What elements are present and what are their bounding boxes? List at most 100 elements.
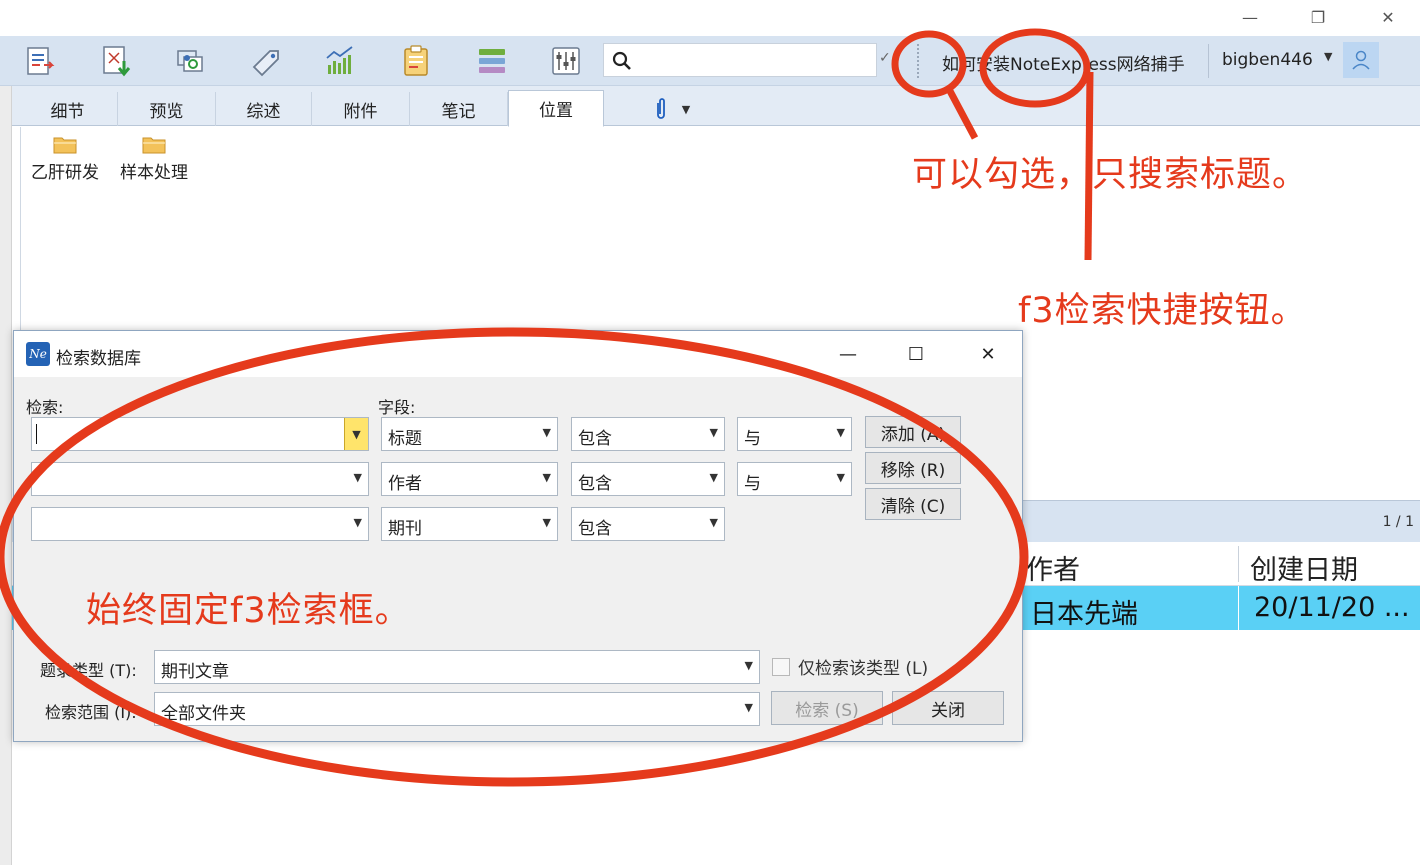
toolbar-clipboard-button[interactable] <box>396 41 436 81</box>
field-value: 作者 <box>388 474 422 494</box>
help-link[interactable]: 如何安装NoteExpress网络捕手 <box>942 50 1185 75</box>
page-count: 1 / 1 <box>1382 514 1414 530</box>
dialog-maximize-button[interactable]: ☐ <box>896 339 936 369</box>
chevron-down-icon: ▼ <box>542 471 551 484</box>
logic-select-1[interactable]: 与 ▼ <box>737 417 852 451</box>
search-options-dropdown[interactable]: ✓ <box>879 50 899 72</box>
search-button[interactable]: 检索 (S) <box>771 691 883 725</box>
search-history-dropdown[interactable]: ▼ <box>344 418 368 450</box>
field-select-1[interactable]: 标题 ▼ <box>381 417 558 451</box>
record-type-select[interactable]: 期刊文章 ▼ <box>154 650 760 684</box>
minimize-icon: — <box>839 343 857 365</box>
chevron-down-icon: ▼ <box>744 701 753 714</box>
chevron-down-icon: ✓ <box>879 50 891 66</box>
operator-value: 包含 <box>578 519 612 539</box>
toolbar-tag-button[interactable] <box>246 41 286 81</box>
chevron-down-icon: ▼ <box>836 471 845 484</box>
user-name[interactable]: bigben446 <box>1222 50 1313 70</box>
toolbar-import-button[interactable] <box>20 41 60 81</box>
import-icon <box>27 47 55 75</box>
annotation-checkbox-note: 可以勾选，只搜索标题。 <box>912 155 1309 195</box>
toolbar-sync-button[interactable] <box>170 41 210 81</box>
search-term-input-3[interactable]: ▼ <box>31 507 369 541</box>
dialog-close-button[interactable]: ✕ <box>968 339 1008 369</box>
toolbar-download-button[interactable] <box>96 41 136 81</box>
chevron-down-icon: ▼ <box>709 516 718 529</box>
column-header-created[interactable]: 创建日期 <box>1250 548 1358 587</box>
maximize-icon: ☐ <box>907 343 925 365</box>
field-select-2[interactable]: 作者 ▼ <box>381 462 558 496</box>
toolbar-analysis-button[interactable] <box>320 41 360 81</box>
attachment-menu-button[interactable]: ▼ <box>632 92 712 126</box>
chevron-down-icon: ▼ <box>542 516 551 529</box>
restore-button[interactable]: ❐ <box>1298 3 1338 31</box>
analysis-icon <box>326 46 353 74</box>
user-icon <box>1352 50 1370 70</box>
chevron-down-icon: ▼ <box>744 659 753 672</box>
logic-select-2[interactable]: 与 ▼ <box>737 462 852 496</box>
chevron-down-icon: ▼ <box>681 102 691 116</box>
operator-select-2[interactable]: 包含 ▼ <box>571 462 725 496</box>
quick-search-box[interactable] <box>603 43 877 77</box>
chevron-down-icon: ▼ <box>353 471 362 484</box>
tab-details[interactable]: 细节 <box>18 92 118 126</box>
folder-item[interactable]: 样本处理 <box>120 135 188 183</box>
download-icon <box>103 46 131 77</box>
operator-select-3[interactable]: 包含 ▼ <box>571 507 725 541</box>
close-icon: ✕ <box>980 343 996 365</box>
logic-value: 与 <box>744 429 761 449</box>
column-header-author[interactable]: 作者 <box>1026 548 1080 587</box>
chevron-down-icon: ▼ <box>836 426 845 439</box>
minimize-button[interactable]: — <box>1230 3 1270 31</box>
add-condition-button[interactable]: 添加 (A) <box>865 416 961 448</box>
avatar[interactable] <box>1343 42 1379 78</box>
text-cursor <box>36 424 37 444</box>
tab-preview[interactable]: 预览 <box>118 92 216 126</box>
folder-label: 乙肝研发 <box>31 163 99 183</box>
dialog-minimize-button[interactable]: — <box>828 339 868 369</box>
clear-conditions-button[interactable]: 清除 (C) <box>865 488 961 520</box>
tab-notes[interactable]: 笔记 <box>410 92 508 126</box>
search-term-input-1[interactable]: ▼ <box>31 417 369 451</box>
tab-label: 预览 <box>149 101 184 122</box>
scope-select[interactable]: 全部文件夹 ▼ <box>154 692 760 726</box>
close-window-button[interactable]: ✕ <box>1368 3 1408 31</box>
folder-item[interactable]: 乙肝研发 <box>31 135 99 183</box>
chevron-down-icon: ▼ <box>352 427 361 441</box>
remove-condition-button[interactable]: 移除 (R) <box>865 452 961 484</box>
search-term-label: 检索: <box>26 398 64 417</box>
tab-summary[interactable]: 综述 <box>216 92 312 126</box>
tab-label: 附件 <box>343 101 378 122</box>
toolbar-stack-button[interactable] <box>472 41 512 81</box>
field-value: 期刊 <box>388 519 422 539</box>
quick-search-input[interactable] <box>638 48 870 72</box>
tab-attachments[interactable]: 附件 <box>312 92 410 126</box>
chevron-down-icon: ▼ <box>542 426 551 439</box>
close-dialog-button[interactable]: 关闭 <box>892 691 1004 725</box>
chevron-down-icon: ▼ <box>353 516 362 529</box>
tab-label: 综述 <box>246 101 281 122</box>
field-select-3[interactable]: 期刊 ▼ <box>381 507 558 541</box>
only-type-label: 仅检索该类型 (L) <box>798 659 929 679</box>
window-titlebar: — ❐ ✕ <box>0 0 1420 36</box>
checkbox-box[interactable] <box>772 657 790 676</box>
only-type-checkbox[interactable]: 仅检索该类型 (L) <box>772 654 928 679</box>
search-icon <box>612 51 631 70</box>
user-menu-caret-icon[interactable]: ▼ <box>1324 50 1332 63</box>
restore-icon: ❐ <box>1310 7 1326 27</box>
minimize-icon: — <box>1242 7 1258 27</box>
toolbar-settings-button[interactable] <box>546 41 586 81</box>
operator-select-1[interactable]: 包含 ▼ <box>571 417 725 451</box>
tag-icon <box>252 50 279 77</box>
tab-location[interactable]: 位置 <box>508 90 604 127</box>
cell-created: 20/11/20 ... <box>1254 592 1410 623</box>
toolbar-separator <box>1208 44 1209 78</box>
dialog-titlebar[interactable]: Ne 检索数据库 — ☐ ✕ <box>14 331 1022 377</box>
search-term-input-2[interactable]: ▼ <box>31 462 369 496</box>
field-value: 标题 <box>388 429 422 449</box>
column-divider[interactable] <box>1238 546 1239 582</box>
toolbar-gripper <box>917 44 919 78</box>
logic-value: 与 <box>744 474 761 494</box>
left-splitter[interactable] <box>0 86 12 865</box>
operator-value: 包含 <box>578 429 612 449</box>
